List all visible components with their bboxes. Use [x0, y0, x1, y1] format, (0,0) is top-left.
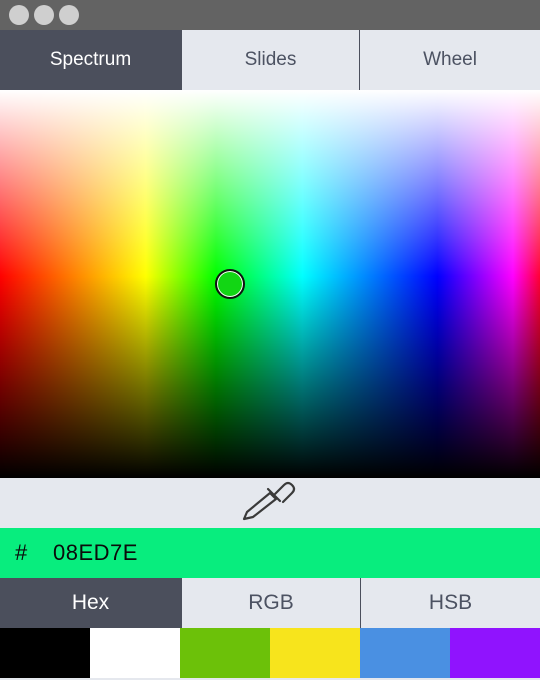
hex-prefix: #: [15, 540, 28, 565]
hex-value-bar: # 08ED7E: [0, 528, 540, 578]
tab-wheel[interactable]: Wheel: [359, 30, 540, 90]
tab-spectrum[interactable]: Spectrum: [0, 30, 181, 90]
swatch-blue[interactable]: [360, 628, 450, 678]
swatch-purple[interactable]: [450, 628, 540, 678]
value-mode-tabs: Hex RGB HSB: [0, 578, 540, 628]
eyedropper-icon[interactable]: [238, 479, 302, 528]
mode-hsb[interactable]: HSB: [360, 578, 540, 628]
swatch-green[interactable]: [180, 628, 270, 678]
eyedropper-bar: [0, 478, 540, 528]
mode-hex[interactable]: Hex: [0, 578, 181, 628]
swatch-white[interactable]: [90, 628, 180, 678]
mode-rgb[interactable]: RGB: [181, 578, 360, 628]
title-bar: [0, 0, 540, 30]
swatch-yellow[interactable]: [270, 628, 360, 678]
close-window-button[interactable]: [9, 5, 29, 25]
minimize-window-button[interactable]: [34, 5, 54, 25]
picker-tabs: Spectrum Slides Wheel: [0, 30, 540, 90]
color-selection-cursor[interactable]: [215, 269, 245, 299]
zoom-window-button[interactable]: [59, 5, 79, 25]
color-swatches: [0, 628, 540, 678]
swatch-black[interactable]: [0, 628, 90, 678]
hex-value-field[interactable]: 08ED7E: [53, 540, 138, 566]
color-spectrum-area[interactable]: [0, 90, 540, 478]
tab-slides[interactable]: Slides: [181, 30, 359, 90]
